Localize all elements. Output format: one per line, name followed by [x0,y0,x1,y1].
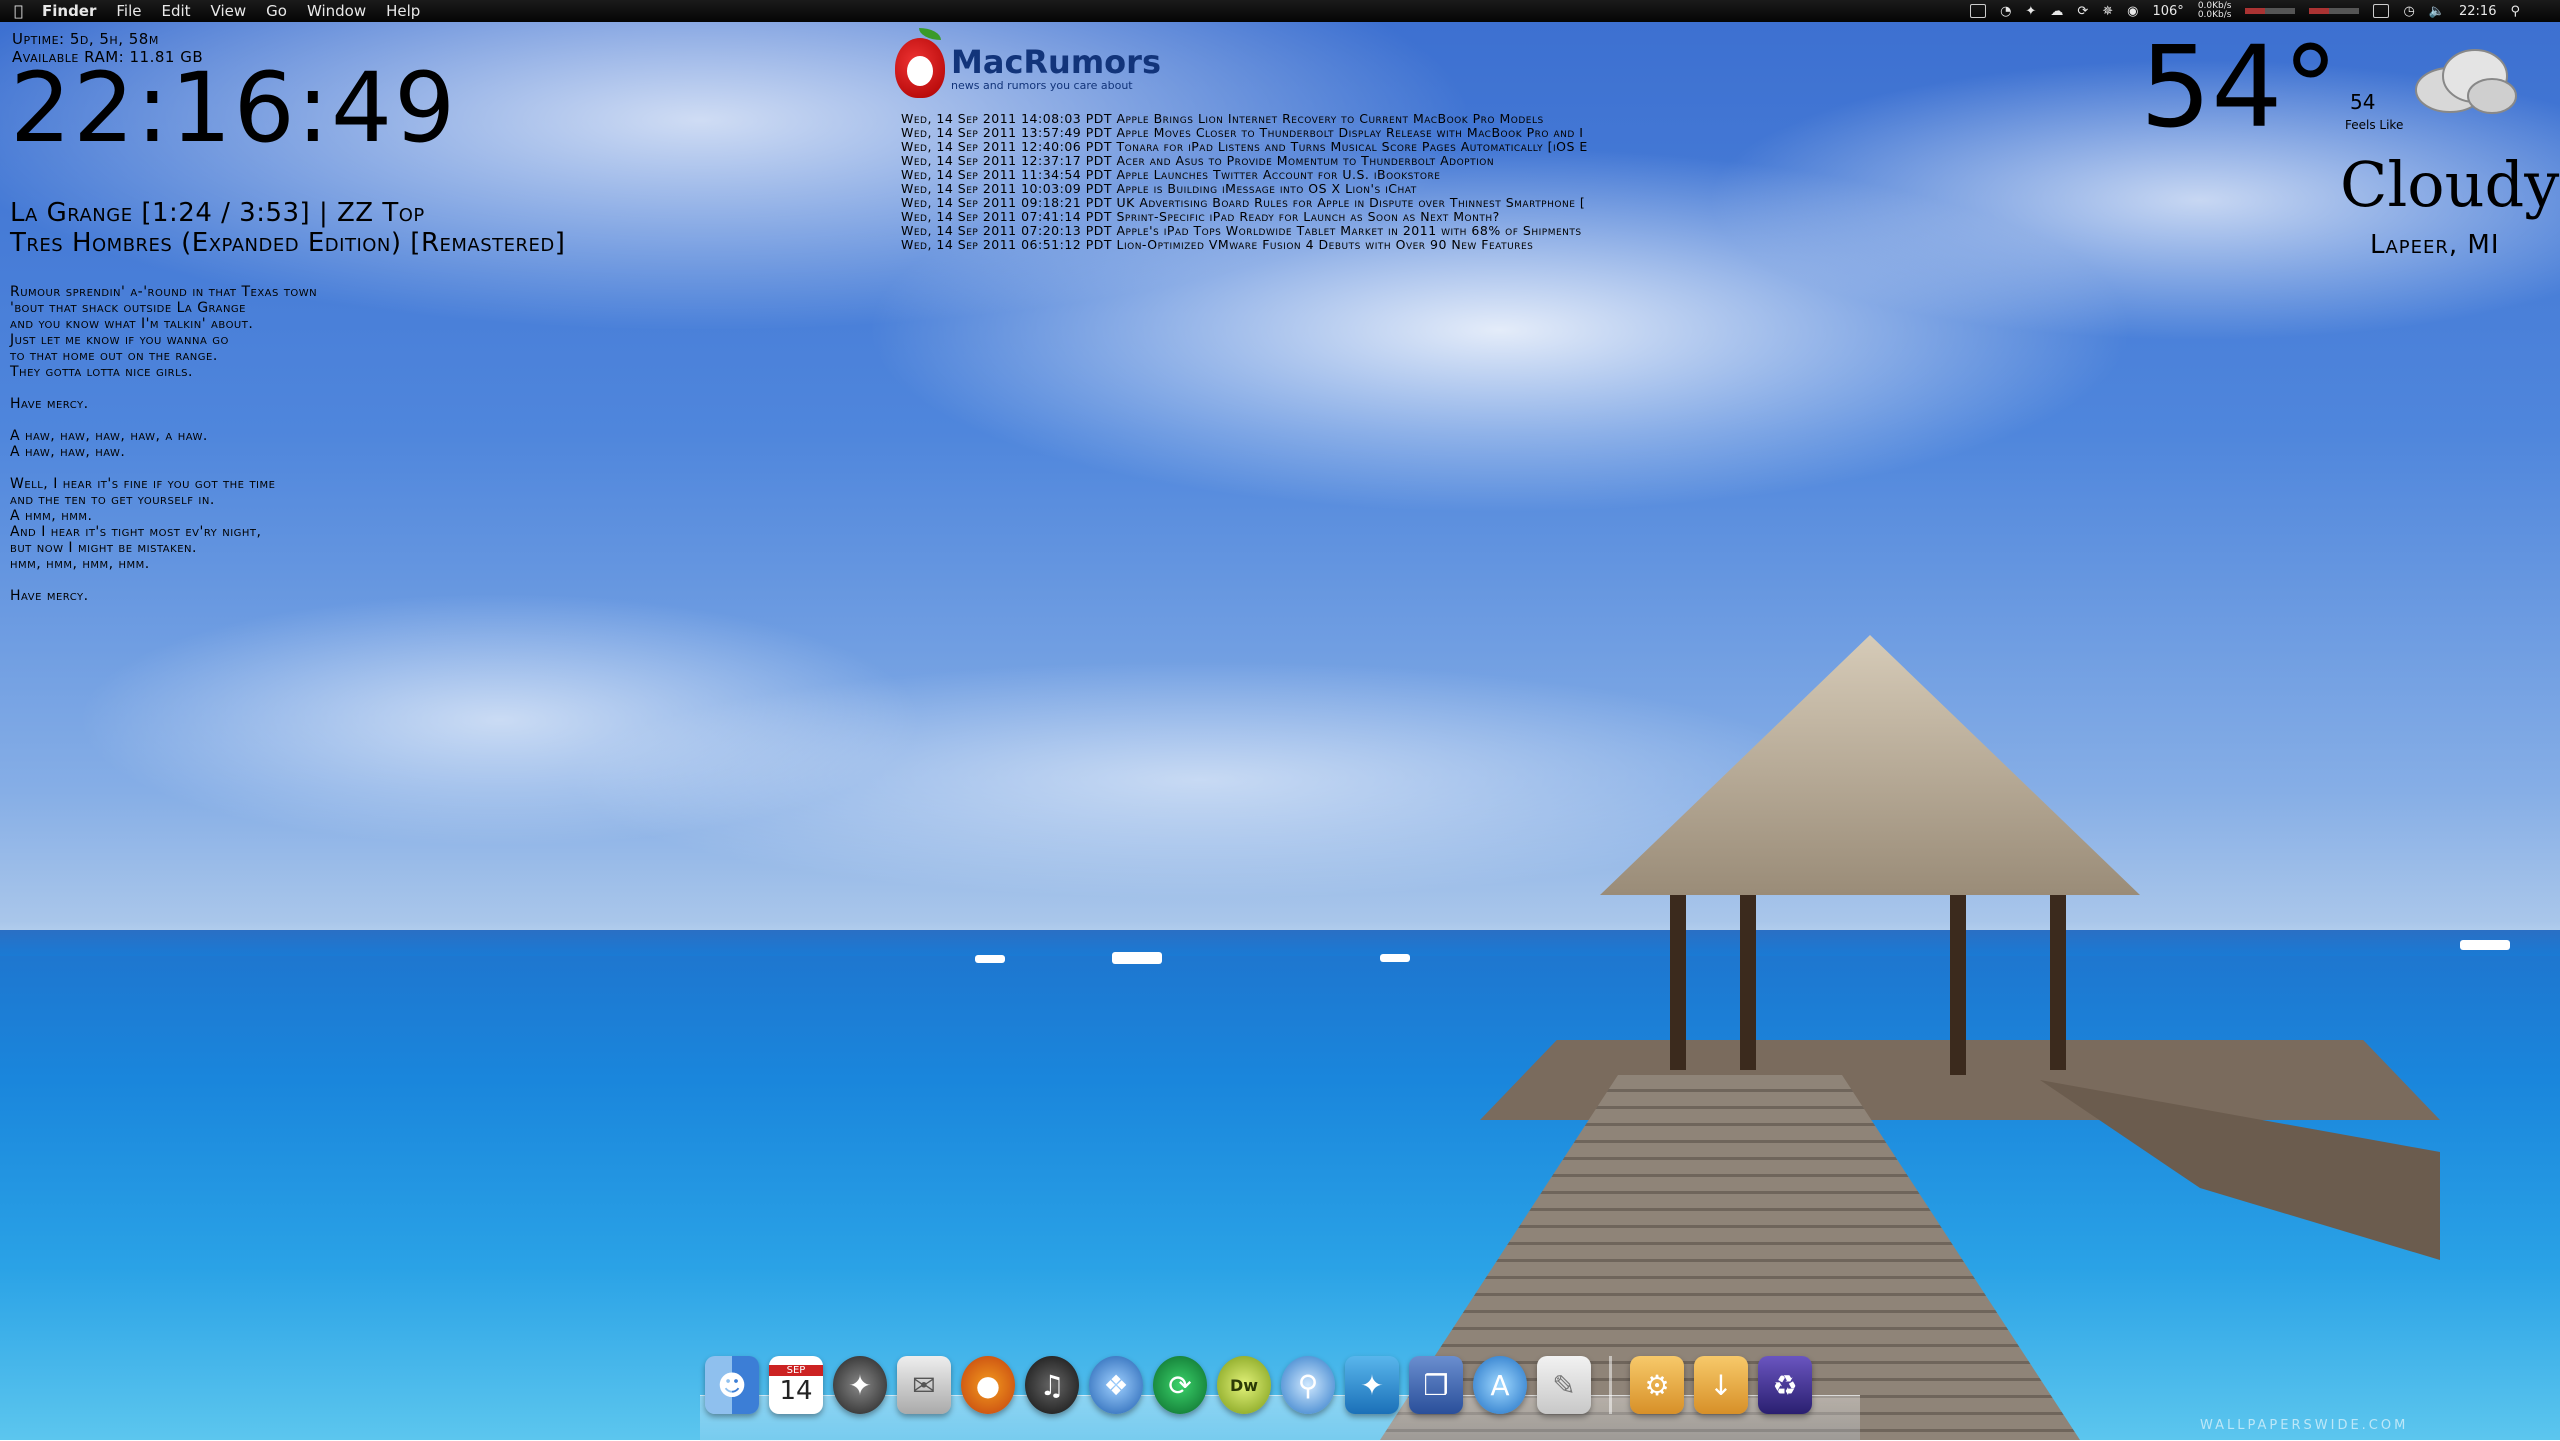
wallpaper-horizon [0,930,2560,956]
menu-app-finder[interactable]: Finder [42,2,96,20]
temperature-status[interactable]: 106° [2152,4,2183,19]
feels-like-label: Feels Like [2345,118,2404,132]
wallpaper-boat [1112,952,1162,964]
wallpaper-post [1740,885,1756,1070]
wallpaper-post [1670,885,1686,1070]
wallpaper-boat [2460,940,2510,950]
cpu-meter[interactable] [2245,8,2296,14]
network-monitor[interactable]: 0.0Kb/s 0.0Kb/s [2198,2,2232,20]
cloud-status-icon[interactable]: ☁ [2050,4,2063,19]
calendar-icon[interactable]: SEP 14 [769,1356,823,1414]
now-playing: La Grange [1:24 / 3:53] | ZZ Top Tres Ho… [10,198,565,258]
spotlight-icon[interactable]: ⚲ [2510,4,2520,19]
dock: ☻ SEP 14 ✦ ✉ ● ♫ ❖ ⟳ Dw ⚲ ✦ ❒ A ✎ ⚙ ↓ ♻ [705,1356,1812,1414]
news-item: Wed, 14 Sep 2011 13:57:49 PDT Apple Move… [901,126,1584,140]
keyboard-icon[interactable] [2373,4,2390,18]
trash-icon[interactable]: ♻ [1758,1356,1812,1414]
menu-go[interactable]: Go [266,2,287,20]
menu-help[interactable]: Help [386,2,420,20]
wallpaper-watermark: WALLPAPERSWIDE.COM [2200,1418,2409,1433]
menu-window[interactable]: Window [307,2,366,20]
mail-icon[interactable]: ✉ [897,1356,951,1414]
menu-view[interactable]: View [211,2,247,20]
itunes-icon[interactable]: ♫ [1025,1356,1079,1414]
network-download-rate: 0.0Kb/s [2197,10,2232,20]
weather-location: Lapeer, MI [2370,230,2500,260]
time-machine-icon[interactable]: ◷ [2403,4,2414,19]
news-item: Wed, 14 Sep 2011 12:40:06 PDT Tonara for… [901,140,1588,154]
now-playing-album: Tres Hombres (Expanded Edition) [Remaste… [10,228,566,258]
menu-bar:  Finder File Edit View Go Window Help ◔… [0,0,2560,22]
menu-clock[interactable]: 22:16 [2459,4,2496,19]
finder-icon[interactable]: ☻ [705,1356,759,1414]
applications-folder-icon[interactable]: ⚙ [1630,1356,1684,1414]
menu-extras: ◔ ✦ ☁ ⟳ ✵ ◉ 106° 0.0Kb/s 0.0Kb/s ◷ 🔈 22:… [1970,2,2520,20]
macrumors-title: MacRumors [951,42,1161,81]
coda-icon[interactable]: ❒ [1409,1356,1463,1414]
compass-icon[interactable]: ✦ [833,1356,887,1414]
dreamweaver-label: Dw [1229,1375,1259,1395]
menu-file[interactable]: File [116,2,141,20]
news-item: Wed, 14 Sep 2011 10:03:09 PDT Apple is B… [901,182,1417,196]
wifi-icon[interactable]: ◉ [2127,4,2138,19]
twitter-app-icon[interactable]: ⚲ [1281,1356,1335,1414]
dock-separator [1609,1356,1612,1414]
weather-condition: Cloudy [2340,148,2560,221]
display-icon[interactable] [1970,4,1987,18]
sync-app-icon[interactable]: ⟳ [1153,1356,1207,1414]
news-item: Wed, 14 Sep 2011 14:08:03 PDT Apple Brin… [901,112,1544,126]
wallpaper-boat [975,955,1005,963]
news-item: Wed, 14 Sep 2011 11:34:54 PDT Apple Laun… [901,168,1441,182]
now-playing-track: La Grange [1:24 / 3:53] | ZZ Top [10,198,425,228]
cloudy-weather-icon [2415,49,2517,114]
feels-like-value: 54 [2350,90,2376,114]
app-store-icon[interactable]: A [1473,1356,1527,1414]
weather-temperature: 54° [2140,23,2339,153]
wallpaper-post [2050,885,2066,1070]
apple-menu-icon[interactable]:  [14,2,42,20]
news-item: Wed, 14 Sep 2011 07:20:13 PDT Apple's iP… [901,224,1582,238]
uptime-text: Uptime: 5d, 5h, 58m [12,30,159,48]
calendar-day: 14 [779,1375,813,1406]
desktop-clock: 22:16:49 [10,52,458,164]
menu-edit[interactable]: Edit [161,2,190,20]
twitter-icon[interactable]: ✦ [2025,4,2036,19]
wallpaper-boat [1380,954,1410,962]
news-feed: Wed, 14 Sep 2011 14:08:03 PDT Apple Brin… [901,112,1716,252]
news-item: Wed, 14 Sep 2011 06:51:12 PDT Lion-Optim… [901,238,1534,252]
macrumors-logo: MacRumors news and rumors you care about [895,28,1161,98]
macrumors-tagline: news and rumors you care about [951,78,1133,92]
firefox-icon[interactable]: ● [961,1356,1015,1414]
clock-status-icon[interactable]: ◔ [2000,4,2011,19]
sync-icon[interactable]: ⟳ [2077,4,2088,19]
macrumors-apple-icon [895,28,945,98]
dreamweaver-icon[interactable]: Dw [1217,1356,1271,1414]
bluetooth-icon[interactable]: ✵ [2102,4,2113,19]
memory-meter[interactable] [2309,8,2360,14]
volume-icon[interactable]: 🔈 [2429,4,2445,19]
textedit-icon[interactable]: ✎ [1537,1356,1591,1414]
safari-icon[interactable]: ❖ [1089,1356,1143,1414]
calendar-month: SEP [769,1364,823,1376]
news-item: Wed, 14 Sep 2011 07:41:14 PDT Sprint-Spe… [901,210,1500,224]
news-item: Wed, 14 Sep 2011 09:18:21 PDT UK Adverti… [901,196,1586,210]
downloads-folder-icon[interactable]: ↓ [1694,1356,1748,1414]
song-lyrics: Rumour sprendin' a-'round in that Texas … [10,284,318,604]
tweetie-bird-icon[interactable]: ✦ [1345,1356,1399,1414]
news-item: Wed, 14 Sep 2011 12:37:17 PDT Acer and A… [901,154,1495,168]
wallpaper-post [1950,885,1966,1075]
